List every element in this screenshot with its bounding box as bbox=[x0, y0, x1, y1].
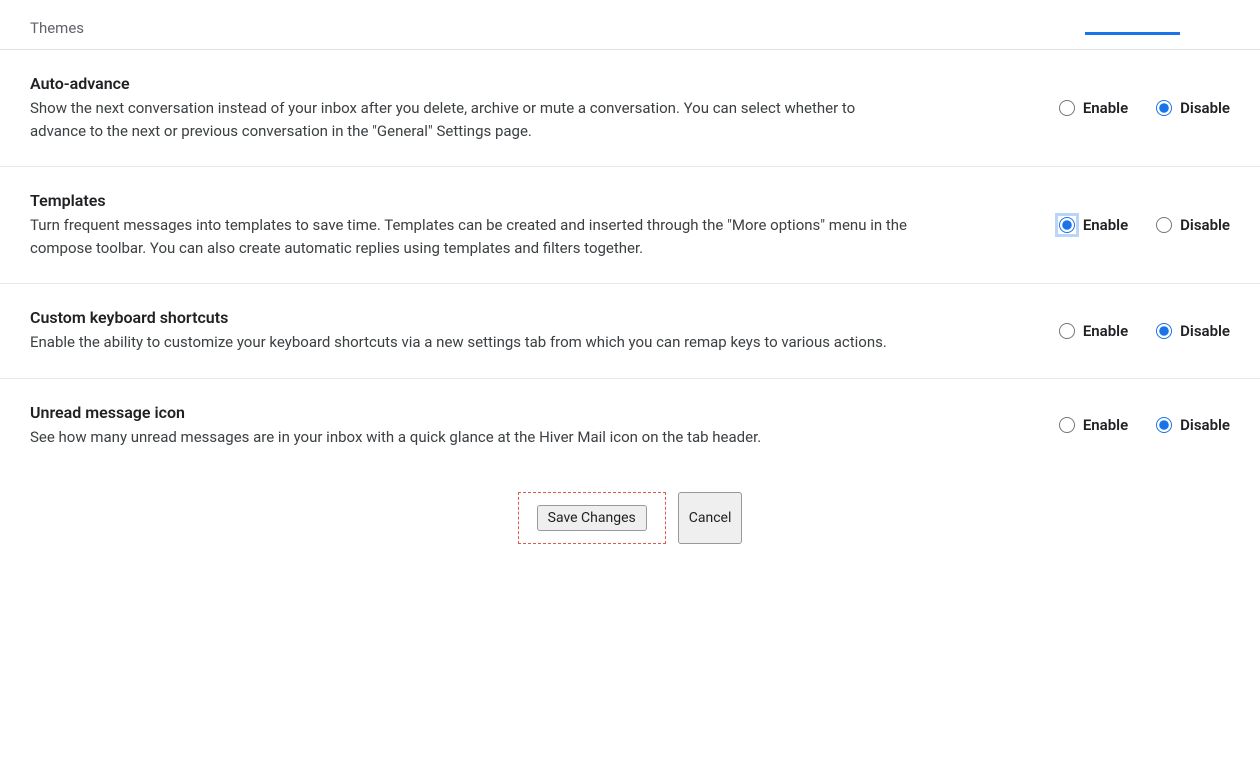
setting-title: Unread message icon bbox=[30, 403, 910, 422]
setting-text: Unread message icon See how many unread m… bbox=[30, 403, 910, 449]
disable-label: Disable bbox=[1180, 99, 1230, 117]
enable-radio[interactable] bbox=[1059, 217, 1075, 233]
radio-group: Enable Disable bbox=[1010, 416, 1230, 434]
actions-row: Save Changes Cancel bbox=[0, 472, 1260, 624]
nav-section: Themes bbox=[0, 0, 1260, 50]
enable-label: Enable bbox=[1083, 216, 1128, 234]
enable-label: Enable bbox=[1083, 416, 1128, 434]
setting-row-auto-advance: Auto-advance Show the next conversation i… bbox=[0, 50, 1260, 167]
enable-radio[interactable] bbox=[1059, 100, 1075, 116]
disable-option[interactable]: Disable bbox=[1156, 322, 1230, 340]
setting-row-custom-keyboard-shortcuts: Custom keyboard shortcuts Enable the abil… bbox=[0, 284, 1260, 379]
disable-radio[interactable] bbox=[1156, 323, 1172, 339]
cancel-button[interactable]: Cancel bbox=[678, 492, 743, 544]
setting-row-unread-message-icon: Unread message icon See how many unread m… bbox=[0, 379, 1260, 473]
save-highlight-box: Save Changes bbox=[518, 492, 666, 544]
setting-row-templates: Templates Turn frequent messages into tem… bbox=[0, 167, 1260, 284]
setting-title: Custom keyboard shortcuts bbox=[30, 308, 910, 327]
disable-option[interactable]: Disable bbox=[1156, 216, 1230, 234]
setting-description: Turn frequent messages into templates to… bbox=[30, 214, 910, 259]
setting-description: Enable the ability to customize your key… bbox=[30, 331, 910, 354]
disable-radio[interactable] bbox=[1156, 217, 1172, 233]
setting-description: See how many unread messages are in your… bbox=[30, 426, 910, 449]
enable-label: Enable bbox=[1083, 99, 1128, 117]
disable-label: Disable bbox=[1180, 322, 1230, 340]
setting-text: Templates Turn frequent messages into tem… bbox=[30, 191, 910, 259]
setting-text: Auto-advance Show the next conversation i… bbox=[30, 74, 910, 142]
enable-radio[interactable] bbox=[1059, 417, 1075, 433]
save-changes-button[interactable]: Save Changes bbox=[537, 505, 647, 531]
disable-label: Disable bbox=[1180, 416, 1230, 434]
enable-option[interactable]: Enable bbox=[1059, 216, 1128, 234]
disable-label: Disable bbox=[1180, 216, 1230, 234]
radio-group: Enable Disable bbox=[1010, 322, 1230, 340]
disable-option[interactable]: Disable bbox=[1156, 99, 1230, 117]
enable-radio[interactable] bbox=[1059, 323, 1075, 339]
radio-group: Enable Disable bbox=[1010, 99, 1230, 117]
themes-tab[interactable]: Themes bbox=[30, 19, 84, 37]
disable-radio[interactable] bbox=[1156, 417, 1172, 433]
disable-option[interactable]: Disable bbox=[1156, 416, 1230, 434]
enable-option[interactable]: Enable bbox=[1059, 99, 1128, 117]
active-tab-underline bbox=[1085, 32, 1180, 35]
setting-title: Auto-advance bbox=[30, 74, 910, 93]
disable-radio[interactable] bbox=[1156, 100, 1172, 116]
setting-title: Templates bbox=[30, 191, 910, 210]
radio-group: Enable Disable bbox=[1010, 216, 1230, 234]
enable-option[interactable]: Enable bbox=[1059, 322, 1128, 340]
enable-option[interactable]: Enable bbox=[1059, 416, 1128, 434]
setting-text: Custom keyboard shortcuts Enable the abil… bbox=[30, 308, 910, 354]
setting-description: Show the next conversation instead of yo… bbox=[30, 97, 910, 142]
enable-label: Enable bbox=[1083, 322, 1128, 340]
